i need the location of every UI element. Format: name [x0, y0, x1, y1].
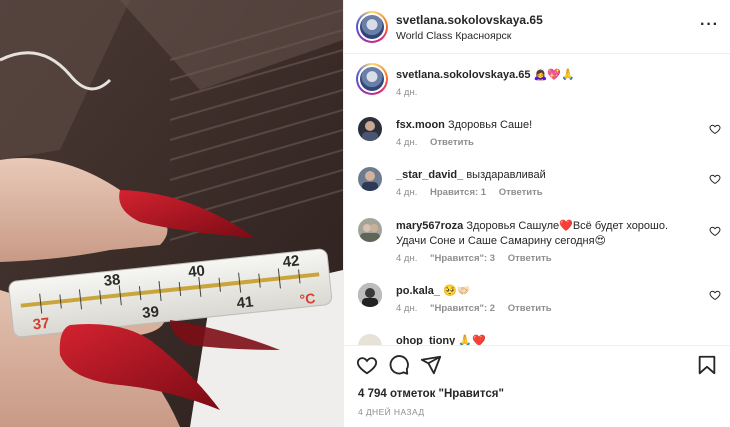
caption-username[interactable]: svetlana.sokolovskaya.65 [396, 69, 531, 81]
post-photo[interactable]: 38 40 37 39 42 41 °C [0, 0, 343, 427]
bookmark-icon[interactable] [696, 354, 718, 376]
action-bar [356, 354, 721, 378]
heart-icon[interactable] [709, 173, 721, 185]
comment-bubble-icon[interactable] [388, 354, 410, 376]
more-horizontal-icon[interactable]: ··· [700, 16, 719, 34]
thermo-label-40: 40 [187, 262, 205, 281]
thermo-label-37: 37 [32, 315, 50, 334]
author-username[interactable]: svetlana.sokolovskaya.65 [396, 13, 543, 27]
like-heart-icon[interactable] [356, 354, 378, 376]
likes-count[interactable]: 4 794 отметок "Нравится" [358, 388, 504, 400]
thermo-label-39: 39 [141, 303, 159, 322]
commenter-avatar[interactable] [358, 117, 382, 141]
reply-button[interactable]: Ответить [499, 187, 543, 198]
heart-icon[interactable] [709, 225, 721, 237]
comment-text: Здоровья Саше! [447, 119, 533, 131]
comment-likes[interactable]: "Нравится": 3 [430, 253, 495, 264]
comment-username[interactable]: po.kala_ [396, 285, 440, 297]
comment-username[interactable]: fsx.moon [396, 119, 445, 131]
caption-time[interactable]: 4 дн. [396, 87, 417, 98]
heart-icon[interactable] [709, 289, 721, 301]
comment-text: 🙏❤️ [458, 335, 486, 345]
commenter-avatar[interactable] [358, 218, 382, 242]
comment-time[interactable]: 4 дн. [396, 137, 417, 148]
thermo-label-38: 38 [103, 271, 121, 290]
comment-username[interactable]: ohop_tiony [396, 335, 455, 345]
comment-likes[interactable]: "Нравится": 2 [430, 303, 495, 314]
share-send-icon[interactable] [420, 354, 442, 376]
comments-list[interactable]: svetlana.sokolovskaya.65 🙇‍♀️💖🙏 4 дн. fs… [344, 55, 730, 345]
post-header: svetlana.sokolovskaya.65 World Class Кра… [344, 0, 730, 54]
caption-text: 🙇‍♀️💖🙏 [533, 69, 575, 81]
heart-icon[interactable] [709, 123, 721, 135]
comment-username[interactable]: _star_david_ [396, 169, 463, 181]
commenter-avatar[interactable] [358, 167, 382, 191]
reply-button[interactable]: Ответить [508, 253, 552, 264]
thermo-label-42: 42 [282, 252, 300, 271]
commenter-avatar[interactable] [358, 334, 382, 345]
author-avatar[interactable] [356, 11, 388, 43]
caption-avatar[interactable] [356, 63, 388, 95]
actions-divider [344, 345, 730, 346]
post-location[interactable]: World Class Красноярск [396, 30, 511, 42]
thermo-label-celsius: °C [299, 290, 316, 308]
comment-time[interactable]: 4 дн. [396, 303, 417, 314]
post-details-pane: svetlana.sokolovskaya.65 World Class Кра… [343, 0, 730, 427]
comment-time[interactable]: 4 дн. [396, 187, 417, 198]
thermometer-photo: 38 40 37 39 42 41 °C [0, 0, 343, 427]
comment-time[interactable]: 4 дн. [396, 253, 417, 264]
reply-button[interactable]: Ответить [430, 137, 474, 148]
comment-text: выздаравливай [466, 169, 546, 181]
comment-username[interactable]: mary567roza [396, 220, 463, 232]
reply-button[interactable]: Ответить [508, 303, 552, 314]
commenter-avatar[interactable] [358, 283, 382, 307]
thermo-label-41: 41 [236, 293, 254, 312]
post-timestamp[interactable]: 4 ДНЕЙ НАЗАД [358, 407, 424, 417]
comment-text: 🥺🤝🏻 [443, 285, 471, 297]
comment-likes[interactable]: Нравится: 1 [430, 187, 486, 198]
